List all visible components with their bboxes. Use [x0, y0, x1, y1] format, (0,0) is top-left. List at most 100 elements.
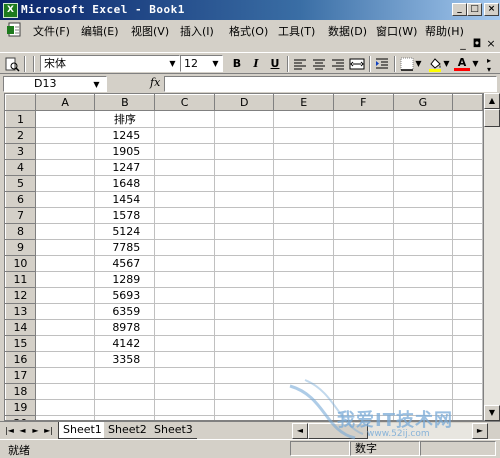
- cell-h[interactable]: [452, 143, 483, 160]
- cell-g[interactable]: [392, 287, 454, 304]
- cell-a[interactable]: [34, 175, 96, 192]
- cell-h[interactable]: [452, 159, 483, 176]
- row-header[interactable]: 14: [5, 319, 36, 336]
- cell-g[interactable]: [392, 223, 454, 240]
- cell-b[interactable]: 1289: [94, 271, 156, 288]
- cell-e[interactable]: [273, 191, 335, 208]
- cell-f[interactable]: [333, 319, 394, 336]
- cell-h[interactable]: [452, 383, 483, 400]
- cell-e[interactable]: [273, 159, 335, 176]
- column-header-h[interactable]: [452, 94, 483, 111]
- cell-f[interactable]: [333, 367, 394, 384]
- toolbar-grip[interactable]: [33, 56, 35, 72]
- cell-g[interactable]: [392, 110, 454, 128]
- cell-c[interactable]: [154, 110, 215, 128]
- horizontal-scroll-thumb[interactable]: [308, 423, 368, 439]
- scroll-left-button[interactable]: ◄: [292, 423, 308, 439]
- cell-b[interactable]: 6359: [94, 303, 156, 320]
- row-header[interactable]: 18: [5, 383, 36, 400]
- cell-h[interactable]: [452, 127, 483, 144]
- cell-a[interactable]: [34, 255, 96, 272]
- chevron-down-icon[interactable]: ▼: [167, 57, 178, 70]
- cell-e[interactable]: [273, 383, 335, 400]
- cell-d[interactable]: [213, 239, 275, 256]
- cell-e[interactable]: [273, 175, 335, 192]
- worksheet-grid[interactable]: A B C D E F G 1 排序 2 1245 3 1905 4 1247 5 1648 6 14…: [4, 93, 484, 421]
- cell-b[interactable]: [94, 367, 156, 384]
- cell-h[interactable]: [452, 399, 483, 416]
- cell-g[interactable]: [392, 351, 454, 368]
- font-name-select[interactable]: 宋体 ▼: [40, 55, 180, 72]
- cell-e[interactable]: [273, 351, 335, 368]
- cell-c[interactable]: [154, 255, 215, 272]
- menu-help[interactable]: 帮助(H): [425, 23, 464, 39]
- menu-data[interactable]: 数据(D): [328, 23, 367, 39]
- cell-c[interactable]: [154, 191, 215, 208]
- first-sheet-button[interactable]: |◄: [4, 424, 15, 437]
- cell-h[interactable]: [452, 191, 483, 208]
- cell-d[interactable]: [213, 207, 275, 224]
- cell-f[interactable]: [333, 239, 394, 256]
- cell-a[interactable]: [34, 303, 96, 320]
- cell-h[interactable]: [452, 175, 483, 192]
- cell-e[interactable]: [273, 367, 335, 384]
- cell-b[interactable]: 7785: [94, 239, 156, 256]
- cell-b[interactable]: 排序: [94, 110, 156, 128]
- cell-d[interactable]: [213, 110, 275, 128]
- close-button[interactable]: ×: [484, 3, 499, 16]
- workbook-icon[interactable]: [6, 22, 24, 38]
- cell-d[interactable]: [213, 383, 275, 400]
- horizontal-scrollbar[interactable]: ◄ ►: [292, 423, 488, 439]
- cell-c[interactable]: [154, 175, 215, 192]
- cell-c[interactable]: [154, 271, 215, 288]
- chevron-down-icon[interactable]: ▼: [442, 56, 451, 72]
- cell-b[interactable]: 1247: [94, 159, 156, 176]
- cell-g[interactable]: [392, 255, 454, 272]
- cell-a[interactable]: [34, 143, 96, 160]
- cell-h[interactable]: [452, 271, 483, 288]
- chevron-down-icon[interactable]: ▼: [414, 56, 423, 72]
- cell-c[interactable]: [154, 223, 215, 240]
- cell-b[interactable]: 1245: [94, 127, 156, 144]
- column-header-a[interactable]: A: [34, 94, 96, 111]
- column-header-d[interactable]: D: [213, 94, 275, 111]
- cell-c[interactable]: [154, 143, 215, 160]
- cell-h[interactable]: [452, 207, 483, 224]
- merge-center-icon[interactable]: [349, 56, 365, 72]
- cell-h[interactable]: [452, 351, 483, 368]
- row-header[interactable]: 12: [5, 287, 36, 304]
- cell-g[interactable]: [392, 191, 454, 208]
- cell-c[interactable]: [154, 367, 215, 384]
- cell-b[interactable]: 1454: [94, 191, 156, 208]
- cell-f[interactable]: [333, 110, 394, 128]
- cell-d[interactable]: [213, 223, 275, 240]
- cell-f[interactable]: [333, 351, 394, 368]
- row-header[interactable]: 2: [5, 127, 36, 144]
- maximize-button[interactable]: □: [467, 3, 482, 16]
- cell-g[interactable]: [392, 175, 454, 192]
- cell-e[interactable]: [273, 399, 335, 416]
- sheet-tab-sheet2[interactable]: Sheet2: [104, 422, 151, 439]
- cell-d[interactable]: [213, 271, 275, 288]
- cell-h[interactable]: [452, 303, 483, 320]
- row-header[interactable]: 15: [5, 335, 36, 352]
- cell-a[interactable]: [34, 319, 96, 336]
- align-center-icon[interactable]: [311, 56, 327, 72]
- menu-file[interactable]: 文件(F): [33, 23, 70, 39]
- align-right-icon[interactable]: [330, 56, 346, 72]
- cell-d[interactable]: [213, 319, 275, 336]
- cell-g[interactable]: [392, 159, 454, 176]
- cell-e[interactable]: [273, 127, 335, 144]
- last-sheet-button[interactable]: ►|: [43, 424, 54, 437]
- cell-f[interactable]: [333, 255, 394, 272]
- cell-d[interactable]: [213, 143, 275, 160]
- row-header[interactable]: 19: [5, 399, 36, 416]
- cell-g[interactable]: [392, 271, 454, 288]
- cell-f[interactable]: [333, 223, 394, 240]
- cell-f[interactable]: [333, 287, 394, 304]
- cell-h[interactable]: [452, 367, 483, 384]
- column-header-e[interactable]: E: [273, 94, 335, 111]
- formula-input[interactable]: [164, 76, 497, 92]
- row-header[interactable]: 16: [5, 351, 36, 368]
- cell-f[interactable]: [333, 271, 394, 288]
